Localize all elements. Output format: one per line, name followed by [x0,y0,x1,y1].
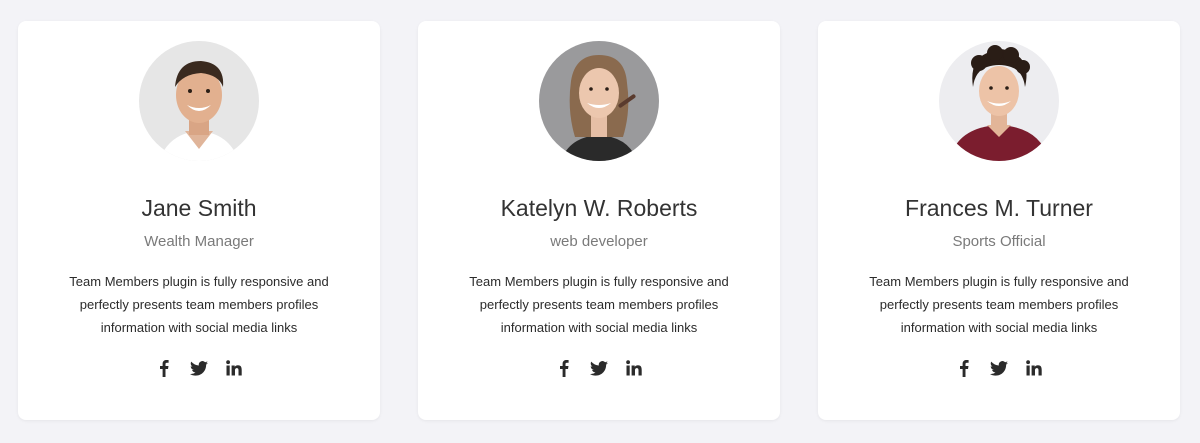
team-member-card: Katelyn W. Roberts web developer Team Me… [418,21,780,420]
twitter-icon[interactable] [989,358,1009,378]
avatar [139,41,259,161]
member-description: Team Members plugin is fully responsive … [469,274,729,335]
social-links [418,358,780,378]
member-role: Sports Official [952,233,1046,250]
facebook-icon[interactable] [954,358,974,378]
social-links [18,358,380,378]
member-role: Wealth Manager [144,233,254,250]
member-role: web developer [550,233,648,250]
twitter-icon[interactable] [589,358,609,378]
member-description: Team Members plugin is fully responsive … [69,274,329,335]
team-member-card: Jane Smith Wealth Manager Team Members p… [18,21,380,420]
avatar [939,41,1059,161]
linkedin-icon[interactable] [224,358,244,378]
social-links [818,358,1180,378]
facebook-icon[interactable] [154,358,174,378]
member-name: Frances M. Turner [905,195,1093,221]
facebook-icon[interactable] [554,358,574,378]
linkedin-icon[interactable] [624,358,644,378]
member-name: Jane Smith [141,195,257,221]
linkedin-icon[interactable] [1024,358,1044,378]
avatar [539,41,659,161]
team-members-grid: Jane Smith Wealth Manager Team Members p… [18,21,1180,420]
team-member-card: Frances M. Turner Sports Official Team M… [818,21,1180,420]
member-name: Katelyn W. Roberts [500,195,698,221]
member-description: Team Members plugin is fully responsive … [869,274,1129,335]
twitter-icon[interactable] [189,358,209,378]
